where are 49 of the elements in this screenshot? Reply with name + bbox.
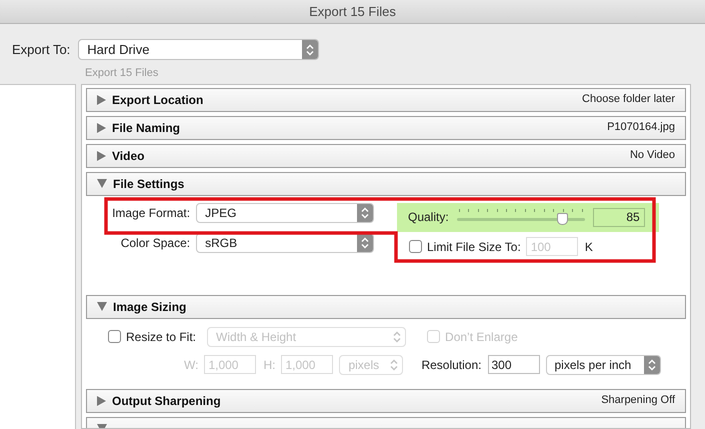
stepper-icon: [648, 358, 656, 370]
export-to-label: Export To:: [12, 40, 70, 59]
section-summary: Sharpening Off: [601, 393, 675, 408]
section-title: File Settings: [113, 176, 184, 192]
section-title: File Naming: [112, 120, 180, 136]
section-header[interactable]: Image Sizing: [86, 294, 686, 318]
section-header[interactable]: File Naming P1070164.jpg: [86, 116, 686, 140]
field-label: Color Space:: [120, 234, 192, 252]
image-format-dropdown[interactable]: JPEG: [196, 202, 374, 222]
quality-field[interactable]: 85: [592, 208, 645, 226]
collapsed-triangle-icon[interactable]: [97, 150, 106, 160]
section-header[interactable]: File Settings: [86, 172, 686, 196]
collapsed-triangle-icon[interactable]: [97, 122, 106, 132]
stepper-icon: [361, 206, 369, 218]
section-header[interactable]: Video No Video: [86, 144, 686, 168]
field-label: Image Format:: [111, 204, 192, 222]
checkbox[interactable]: [108, 330, 121, 343]
export-to-dropdown[interactable]: Hard Drive: [78, 39, 320, 60]
resolution-field[interactable]: 300: [488, 355, 540, 374]
expanded-triangle-icon[interactable]: [97, 302, 107, 311]
stepper-icon: [390, 358, 398, 370]
stepper-icon: [393, 330, 402, 342]
section-header[interactable]: Export Location Choose folder later: [86, 88, 686, 112]
preset-caption: Export 15 Files: [85, 66, 160, 81]
field-label: H:: [263, 356, 276, 374]
section-title: Image Sizing: [113, 298, 186, 316]
field-label: W:: [184, 356, 198, 374]
window-title: Export 15 Files: [309, 2, 396, 21]
quality-slider[interactable]: [456, 208, 585, 226]
expanded-triangle-icon[interactable]: [97, 179, 107, 188]
section-header[interactable]: Output Sharpening Sharpening Off: [86, 388, 686, 412]
collapsed-triangle-icon[interactable]: [97, 94, 106, 104]
stepper-icon: [306, 44, 314, 56]
section-title: Output Sharpening: [112, 392, 221, 410]
stepper-icon: [361, 236, 369, 248]
checkbox-label: Resize to Fit:: [126, 328, 196, 346]
section-summary: Choose folder later: [582, 92, 675, 108]
checkbox-label: Limit File Size To:: [427, 238, 521, 256]
section-title: Export Location: [112, 92, 204, 108]
collapsed-triangle-icon[interactable]: [97, 396, 106, 406]
slider-thumb[interactable]: [556, 213, 568, 225]
resolution-unit-dropdown[interactable]: pixels per inch: [546, 354, 660, 374]
checkbox-label: Don’t Enlarge: [445, 328, 518, 346]
section-summary: P1070164.jpg: [607, 120, 675, 136]
section-title: Video: [112, 148, 144, 164]
field-label: Quality:: [408, 209, 449, 226]
field-label: Resolution:: [421, 356, 482, 374]
section-summary: No Video: [630, 148, 675, 164]
unit-label: K: [584, 238, 593, 256]
